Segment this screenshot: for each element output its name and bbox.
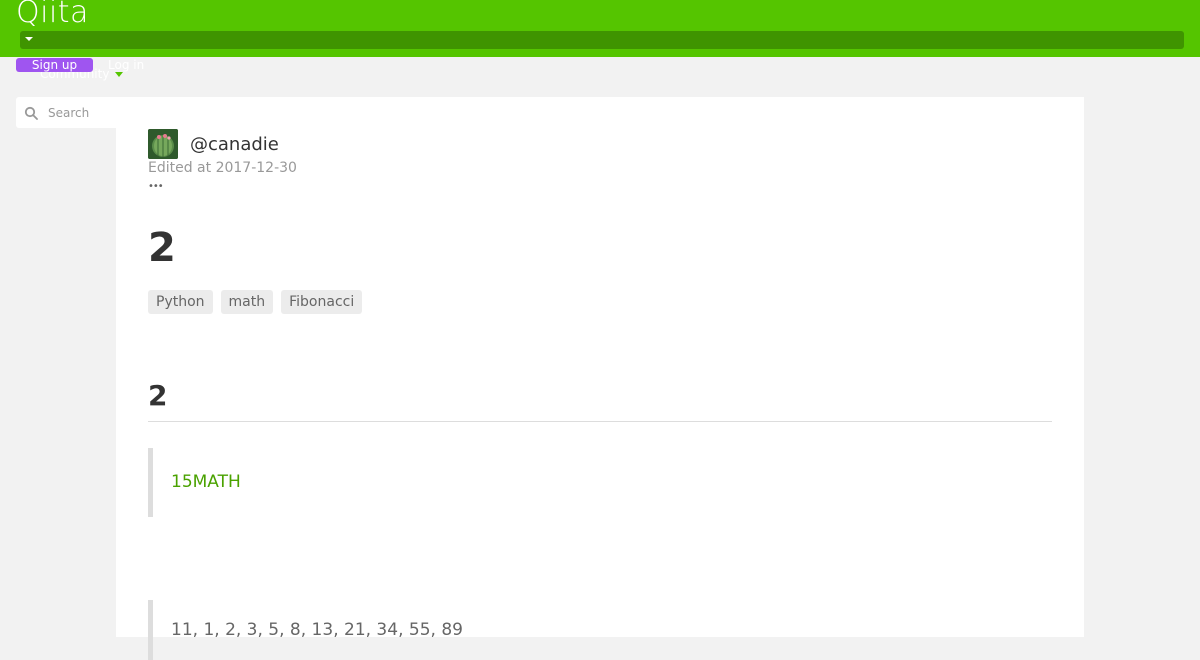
tag-list: Python math Fibonacci bbox=[148, 290, 363, 314]
sequence-blockquote: 11, 1, 2, 3, 5, 8, 13, 21, 34, 55, 89 bbox=[148, 600, 1052, 660]
search-input[interactable] bbox=[48, 103, 124, 123]
quote-link[interactable]: 15MATH bbox=[171, 472, 241, 492]
avatar[interactable] bbox=[148, 129, 178, 159]
search-icon bbox=[24, 106, 38, 120]
author-info: @canadie bbox=[148, 129, 279, 159]
chevron-down-icon bbox=[115, 72, 124, 77]
article-card: @canadie Edited at 2017-12-30 ••• 2 Pyth… bbox=[116, 97, 1084, 660]
author-username[interactable]: @canadie bbox=[190, 134, 279, 155]
search-box[interactable] bbox=[16, 97, 126, 128]
menu-dropdown-bar[interactable] bbox=[20, 31, 1184, 49]
section-heading: 2 bbox=[148, 379, 168, 412]
sequence-text: 11, 1, 2, 3, 5, 8, 13, 21, 34, 55, 89 bbox=[171, 620, 463, 640]
login-link[interactable]: Log in bbox=[108, 58, 144, 72]
edited-date: Edited at 2017-12-30 bbox=[148, 160, 297, 176]
caret-down-icon bbox=[25, 37, 33, 41]
tag-fibonacci[interactable]: Fibonacci bbox=[281, 290, 363, 314]
top-navbar: Qiita bbox=[0, 0, 1200, 57]
qiita-logo[interactable]: Qiita bbox=[16, 0, 89, 30]
more-options-icon[interactable]: ••• bbox=[148, 182, 164, 192]
signup-button[interactable]: Sign up bbox=[16, 58, 93, 72]
blockquote: 15MATH bbox=[148, 448, 1052, 517]
tag-math[interactable]: math bbox=[220, 290, 274, 314]
heading-divider bbox=[148, 421, 1052, 422]
tag-python[interactable]: Python bbox=[148, 290, 213, 314]
article-title: 2 bbox=[148, 225, 176, 271]
